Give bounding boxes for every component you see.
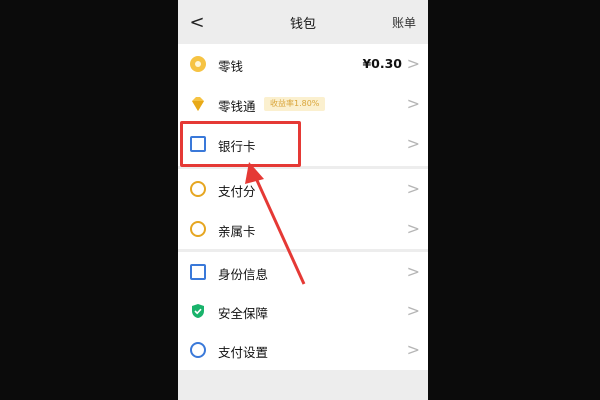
top-bar: < 钱包 账单	[178, 0, 428, 44]
menu-item-label: 支付设置	[218, 345, 269, 360]
chevron-right-icon: >	[406, 134, 420, 153]
menu-item-label: 身份信息	[218, 267, 269, 282]
change-balance: ¥0.30	[362, 56, 402, 71]
shield-icon	[190, 303, 206, 319]
chevron-right-icon: >	[406, 340, 420, 359]
menu-item-label: 零钱通	[218, 99, 256, 114]
menu-item-label: 零钱	[218, 59, 244, 74]
page-title: 钱包	[289, 17, 316, 32]
menu-item-pay-settings[interactable]: 支付设置 >	[178, 330, 428, 370]
bill-button[interactable]: 账单	[392, 14, 416, 31]
wallet-screen: < 钱包 账单 零钱 ¥0.30 > 零钱通 收益率1.80% > 银行卡 > …	[178, 0, 428, 400]
screen-stage: < 钱包 账单 零钱 ¥0.30 > 零钱通 收益率1.80% > 银行卡 > …	[0, 0, 600, 400]
menu-item-security[interactable]: 安全保障 >	[178, 291, 428, 331]
highlight-box	[180, 121, 301, 167]
wallet-group-services: 支付分 > 亲属卡 >	[178, 169, 428, 249]
yield-badge: 收益率1.80%	[264, 97, 326, 111]
chevron-right-icon: >	[406, 262, 420, 281]
wallet-group-settings: 身份信息 > 安全保障 > 支付设置 >	[178, 252, 428, 370]
menu-item-change-pass[interactable]: 零钱通 收益率1.80% >	[178, 84, 428, 124]
menu-item-family-card[interactable]: 亲属卡 >	[178, 209, 428, 249]
menu-item-label: 安全保障	[218, 306, 269, 321]
chevron-right-icon: >	[406, 179, 420, 198]
menu-item-identity[interactable]: 身份信息 >	[178, 252, 428, 292]
chevron-right-icon: >	[406, 219, 420, 238]
menu-item-label: 支付分	[218, 184, 256, 199]
chevron-right-icon: >	[406, 301, 420, 320]
chevron-right-icon: >	[406, 54, 420, 73]
settings-gear-icon	[190, 342, 206, 358]
chevron-right-icon: >	[406, 94, 420, 113]
family-card-icon	[190, 221, 206, 237]
menu-item-change[interactable]: 零钱 ¥0.30 >	[178, 44, 428, 84]
coin-icon	[190, 56, 206, 72]
pay-score-icon	[190, 181, 206, 197]
menu-item-pay-score[interactable]: 支付分 >	[178, 169, 428, 209]
menu-item-label: 亲属卡	[218, 224, 256, 239]
diamond-icon	[190, 96, 206, 112]
id-card-icon	[190, 264, 206, 280]
